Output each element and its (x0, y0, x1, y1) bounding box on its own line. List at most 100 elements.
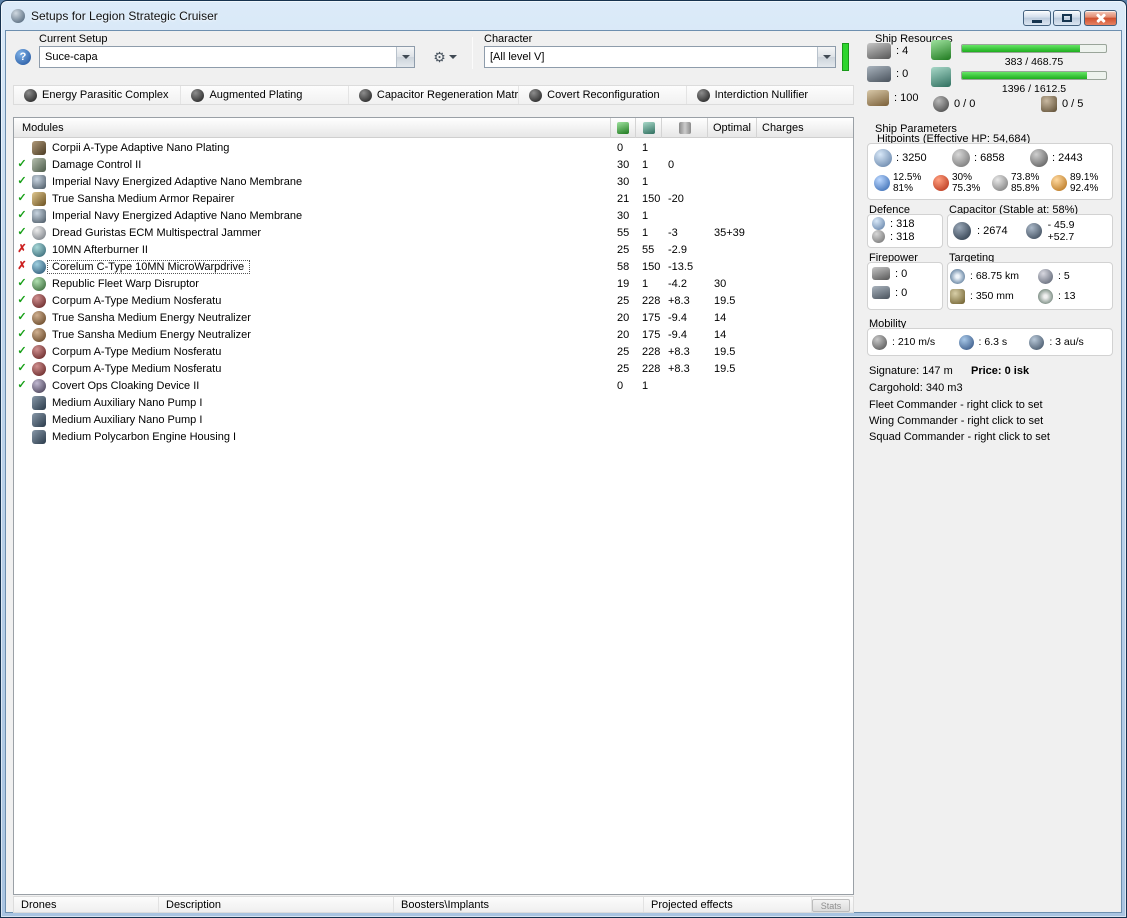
align-time-icon (958, 334, 974, 350)
module-row[interactable]: ✓ Covert Ops Cloaking Device II 0 1 (14, 377, 853, 394)
module-row[interactable]: Medium Auxiliary Nano Pump I (14, 411, 853, 428)
stats-button[interactable]: Stats (812, 899, 850, 912)
shield-resist-value: 89.1% (1070, 172, 1099, 183)
max-targets-row: : 5 (1038, 266, 1110, 286)
max-targets-icon (1038, 268, 1053, 284)
sensor-strength-value: : 13 (1058, 290, 1076, 302)
module-pg-value: 1 (642, 277, 649, 290)
module-row[interactable]: ✓ Imperial Navy Energized Adaptive Nano M… (14, 173, 853, 190)
kinetic-resist-icon (992, 175, 1008, 191)
minimize-icon (1032, 20, 1042, 23)
module-row[interactable]: Medium Polycarbon Engine Housing I (14, 428, 853, 445)
character-skill-indicator (842, 43, 849, 71)
module-row[interactable]: ✓ Corpum A-Type Medium Nosferatu 25 228 +8.3… (14, 343, 853, 360)
shield-hp: : 3250 (874, 149, 952, 167)
right-panel: Ship Resources : 4 : 0 : 100 383 / 468.7… (859, 30, 1120, 915)
module-name: 10MN Afterburner II (52, 243, 148, 256)
module-row[interactable]: ✓ True Sansha Medium Energy Neutralizer 20… (14, 309, 853, 326)
minimize-button[interactable] (1023, 10, 1051, 26)
subsystem-slot-3[interactable]: Capacitor Regeneration Matr (349, 86, 520, 104)
launcher-hardpoints-value: : 0 (896, 68, 909, 80)
squad-commander-text[interactable]: Squad Commander - right click to set (869, 431, 1050, 443)
module-row[interactable]: ✓ Corpum A-Type Medium Nosferatu 25 228 +8.3… (14, 360, 853, 377)
module-cpu-value: 25 (617, 362, 630, 375)
wing-commander-text[interactable]: Wing Commander - right click to set (869, 415, 1043, 427)
resist-values: 73.8% 85.8% (1011, 172, 1039, 194)
module-row[interactable]: ✗ Corelum C-Type 10MN MicroWarpdrive 58 150… (14, 258, 853, 275)
footer-tab-boosters-implants[interactable]: Boosters\Implants (394, 897, 644, 912)
close-button[interactable] (1084, 10, 1117, 26)
subsystem-slot-2[interactable]: Augmented Plating (181, 86, 349, 104)
shield-hp-value: : 3250 (896, 152, 927, 164)
module-row[interactable]: ✓ Imperial Navy Energized Adaptive Nano M… (14, 207, 853, 224)
rig-icon (32, 395, 46, 410)
capacitor-icon (678, 122, 691, 134)
subsystem-slot-1[interactable]: Energy Parasitic Complex (14, 86, 182, 104)
module-optimal-value: 19.5 (714, 362, 736, 375)
module-row[interactable]: ✓ Damage Control II 30 1 0 (14, 156, 853, 173)
powergrid-bar (961, 71, 1107, 80)
shield-resist-value: 73.8% (1011, 172, 1040, 183)
turret-dps-row: : 0 (872, 267, 938, 280)
module-row[interactable]: ✓ True Sansha Medium Armor Repairer 21 150-… (14, 190, 853, 207)
module-pg-value: 175 (642, 311, 661, 324)
online-check-icon: ✓ (17, 328, 27, 340)
footer-tab-label: Drones (21, 898, 57, 911)
toolbar-separator (472, 37, 473, 69)
module-row[interactable]: Medium Auxiliary Nano Pump I (14, 394, 853, 411)
module-row[interactable]: ✓ Republic Fleet Warp Disruptor 19 1 -4.2 30 (14, 275, 853, 292)
missile-dps-value: : 0 (895, 286, 908, 299)
subsystem-slot-5[interactable]: Interdiction Nullifier (687, 86, 853, 104)
warp-speed-row: : 3 au/s (1029, 334, 1108, 350)
footer-tab-description[interactable]: Description (159, 897, 394, 912)
close-icon (1085, 11, 1116, 25)
footer-tab-projected-effects[interactable]: Projected effects (644, 897, 812, 912)
footer-tab-label: Projected effects (651, 898, 733, 911)
subsystem-icon (191, 88, 205, 102)
module-name: Corpum A-Type Medium Nosferatu (52, 294, 222, 307)
modules-panel: Modules Optimal Charges Corpii A-Type Ad… (13, 117, 854, 895)
footer-tab-drones[interactable]: Drones (14, 897, 159, 912)
module-cpu-value: 30 (617, 158, 630, 171)
resist-values: 12.5% 81% (893, 172, 921, 194)
cpu-usage-text: 383 / 468.75 (1004, 56, 1064, 68)
armor-repairer-icon (32, 191, 46, 206)
scan-resolution-value: : 350 mm (970, 290, 1014, 302)
module-row[interactable]: ✓ True Sansha Medium Energy Neutralizer 20… (14, 326, 853, 343)
nosferatu-icon (32, 361, 46, 376)
character-combobox[interactable]: [All level V] (484, 46, 836, 68)
subsystem-slot-4[interactable]: Covert Reconfiguration (519, 86, 687, 104)
neutralizer-icon (32, 310, 46, 325)
module-row[interactable]: ✓ Corpum A-Type Medium Nosferatu 25 228 +8.3… (14, 292, 853, 309)
calibration-icon (867, 90, 889, 106)
max-targets-value: : 5 (1058, 270, 1070, 282)
fleet-commander-text[interactable]: Fleet Commander - right click to set (869, 399, 1043, 411)
defence-armor-icon (872, 230, 885, 243)
capacitor-recharge-value: +52.7 (1047, 231, 1075, 243)
module-name: Medium Auxiliary Nano Pump I (52, 413, 203, 426)
module-row[interactable]: ✗ 10MN Afterburner II 25 55 -2.9 (14, 241, 853, 258)
character-dropdown-button[interactable] (817, 47, 835, 67)
footer-tab-label: Description (166, 898, 222, 911)
module-row[interactable]: ✓ Dread Guristas ECM Multispectral Jammer… (14, 224, 853, 241)
module-cpu-value: 30 (617, 209, 630, 222)
module-name: True Sansha Medium Energy Neutralizer (52, 328, 251, 341)
help-icon[interactable]: ? (15, 49, 31, 65)
setup-dropdown-button[interactable] (396, 47, 414, 67)
mobility-box: : 210 m/s : 6.3 s : 3 au/s (867, 328, 1113, 356)
setup-tools-button[interactable]: ⚙ (425, 46, 465, 68)
module-name: Imperial Navy Energized Adaptive Nano Me… (52, 209, 303, 222)
module-name: Medium Polycarbon Engine Housing I (52, 430, 237, 443)
offline-x-icon: ✗ (17, 260, 27, 272)
setup-combobox[interactable]: Suce-capa (39, 46, 415, 68)
maximize-button[interactable] (1053, 10, 1081, 26)
title-bar[interactable]: Setups for Legion Strategic Cruiser (1, 1, 1126, 30)
module-cpu-value: 0 (617, 379, 624, 392)
hull-hp-value: : 2443 (1052, 152, 1083, 164)
em-resist-icon (874, 175, 890, 191)
module-optimal-value: 30 (714, 277, 727, 290)
module-pg-value: 55 (642, 243, 655, 256)
module-row[interactable]: Corpii A-Type Adaptive Nano Plating 0 1 (14, 139, 853, 156)
subsystem-icon (358, 88, 372, 102)
chevron-down-icon (448, 55, 457, 59)
